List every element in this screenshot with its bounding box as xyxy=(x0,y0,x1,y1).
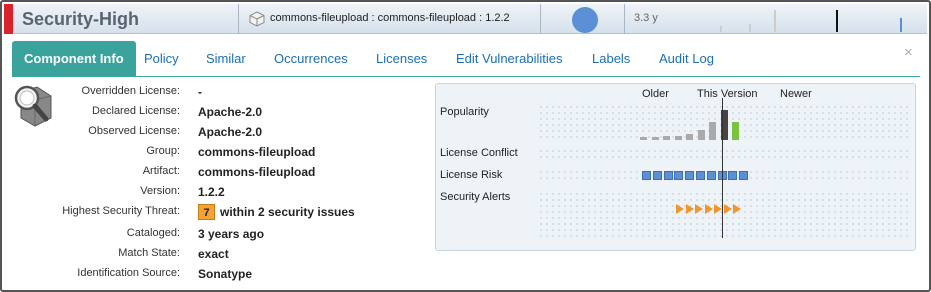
security-alert-markers xyxy=(676,204,756,214)
age-indicator xyxy=(572,7,598,33)
security-alert-marker xyxy=(714,204,722,214)
detail-value: commons-fileupload xyxy=(198,165,316,179)
detail-value: 3 years ago xyxy=(198,227,265,241)
mini-latest-bar xyxy=(900,18,902,32)
component-coordinates: commons-fileupload : commons-fileupload … xyxy=(270,12,510,24)
mini-current-version-bar xyxy=(836,10,838,32)
tab-licenses[interactable]: Licenses xyxy=(376,41,427,77)
license-risk-band xyxy=(538,169,910,183)
tab-component-info[interactable]: Component Info xyxy=(12,41,136,77)
popularity-bar xyxy=(640,137,647,140)
header-divider xyxy=(540,4,541,34)
popularity-bar xyxy=(651,137,659,140)
detail-value: exact xyxy=(198,247,229,261)
popularity-bar xyxy=(674,136,682,140)
popularity-band xyxy=(538,104,910,140)
package-icon xyxy=(249,11,265,27)
license-risk-markers xyxy=(642,171,752,181)
security-alert-marker xyxy=(723,204,732,214)
security-alert-marker xyxy=(733,204,741,214)
security-alerts-band xyxy=(538,191,910,237)
popularity-bar xyxy=(697,130,705,140)
detail-value: Apache-2.0 xyxy=(198,125,263,139)
detail-label: Group: xyxy=(146,145,180,157)
tab-edit-vulnerabilities[interactable]: Edit Vulnerabilities xyxy=(456,41,562,77)
detail-row-group: Group: commons-fileupload xyxy=(10,145,430,163)
license-risk-marker xyxy=(706,171,716,180)
detail-label: Overridden License: xyxy=(81,85,180,97)
version-graph: Older This Version Newer Popularity Lice… xyxy=(435,83,916,251)
popularity-bars xyxy=(640,104,750,140)
popularity-bar xyxy=(709,122,716,140)
security-issues-text: within 2 security issues xyxy=(220,205,355,219)
detail-label: Declared License: xyxy=(91,105,180,117)
license-risk-marker xyxy=(674,171,684,180)
license-risk-marker xyxy=(696,171,705,180)
mini-popularity-bar xyxy=(720,26,722,32)
mini-popularity-bar xyxy=(774,10,776,32)
detail-label: Version: xyxy=(140,185,180,197)
detail-value: - xyxy=(198,85,202,99)
detail-row-overridden-license: Overridden License: - xyxy=(10,85,430,103)
graph-header-this-version: This Version xyxy=(697,88,758,100)
license-conflict-band xyxy=(538,148,910,160)
security-alert-marker xyxy=(685,204,694,214)
header-divider xyxy=(238,4,239,34)
security-threat-badge: 7 xyxy=(198,204,215,220)
detail-row-artifact: Artifact: commons-fileupload xyxy=(10,165,430,183)
security-alert-marker xyxy=(676,204,684,214)
detail-row-observed-license: Observed License: Apache-2.0 xyxy=(10,125,430,143)
detail-value: 7 within 2 security issues xyxy=(198,204,355,220)
header-divider xyxy=(624,4,625,34)
detail-label: Match State: xyxy=(118,247,180,259)
license-risk-marker xyxy=(685,171,695,180)
detail-label: Observed License: xyxy=(88,125,180,137)
popularity-bar xyxy=(686,134,693,140)
detail-row-match-state: Match State: exact xyxy=(10,247,430,265)
tab-audit-log[interactable]: Audit Log xyxy=(659,41,714,77)
tab-policy[interactable]: Policy xyxy=(144,41,179,77)
detail-tabs: Component Info Policy Similar Occurrence… xyxy=(12,41,912,77)
graph-row-label-license-risk: License Risk xyxy=(440,169,503,181)
threat-level-indicator xyxy=(4,4,13,34)
graph-header-older: Older xyxy=(642,88,669,100)
detail-label: Highest Security Threat: xyxy=(62,205,180,217)
tab-underline xyxy=(12,76,920,77)
detail-value: Apache-2.0 xyxy=(198,105,263,119)
graph-row-label-license-conflict: License Conflict xyxy=(440,147,518,159)
tab-labels[interactable]: Labels xyxy=(592,41,630,77)
detail-label: Identification Source: xyxy=(77,267,180,279)
component-header: Security-High commons-fileupload : commo… xyxy=(4,4,927,34)
tab-occurrences[interactable]: Occurrences xyxy=(274,41,348,77)
security-alert-marker xyxy=(695,204,703,214)
close-icon[interactable]: × xyxy=(904,44,913,61)
license-risk-marker xyxy=(642,171,651,180)
security-alert-marker xyxy=(704,204,713,214)
component-age: 3.3 y xyxy=(634,12,658,24)
detail-row-version: Version: 1.2.2 xyxy=(10,185,430,203)
license-risk-marker xyxy=(652,171,662,180)
license-risk-marker xyxy=(663,171,673,180)
graph-row-label-security-alerts: Security Alerts xyxy=(440,191,511,203)
license-risk-marker xyxy=(728,171,738,180)
graph-header-newer: Newer xyxy=(780,88,812,100)
detail-value: commons-fileupload xyxy=(198,145,316,159)
detail-row-cataloged: Cataloged: 3 years ago xyxy=(10,227,430,245)
popularity-bar xyxy=(663,136,670,140)
detail-value: Sonatype xyxy=(198,267,253,281)
detail-row-identification-source: Identification Source: Sonatype xyxy=(10,267,430,285)
license-risk-marker xyxy=(739,171,749,180)
threat-level-title: Security-High xyxy=(22,9,140,29)
detail-label: Artifact: xyxy=(142,165,180,177)
detail-value: 1.2.2 xyxy=(198,185,225,199)
detail-row-declared-license: Declared License: Apache-2.0 xyxy=(10,105,430,123)
tab-similar[interactable]: Similar xyxy=(206,41,246,77)
current-version-marker xyxy=(722,98,723,238)
graph-row-label-popularity: Popularity xyxy=(440,106,489,118)
popularity-bar xyxy=(732,122,739,140)
detail-row-highest-security-threat: Highest Security Threat: 7 within 2 secur… xyxy=(10,204,430,223)
mini-popularity-bar xyxy=(749,24,751,32)
detail-label: Cataloged: xyxy=(126,227,180,239)
